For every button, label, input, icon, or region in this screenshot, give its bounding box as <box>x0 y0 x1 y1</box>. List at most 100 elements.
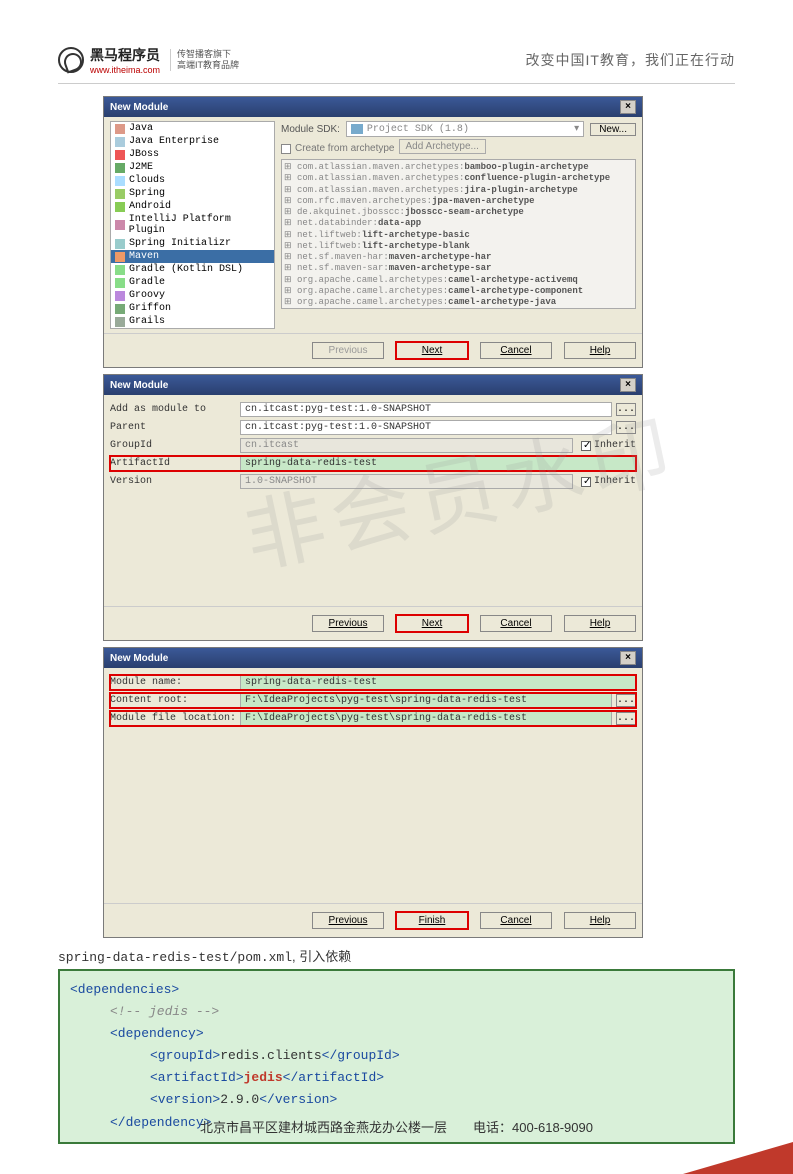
browse-button[interactable]: ... <box>616 421 636 434</box>
page-footer: 北京市昌平区建材城西路金燕龙办公楼一层 电话：400-618-9090 <box>0 1117 793 1136</box>
module-type-icon <box>115 150 125 160</box>
browse-button[interactable]: ... <box>616 403 636 416</box>
archetype-item[interactable]: ⊞ de.akquinet.jbosscc:jbosscc-seam-arche… <box>284 207 633 218</box>
archetype-item[interactable]: ⊞ net.databinder:data-app <box>284 218 633 229</box>
module-type-icon <box>115 137 125 147</box>
close-icon[interactable]: × <box>620 651 636 665</box>
module-type-grails[interactable]: Grails <box>111 315 274 328</box>
archetype-item[interactable]: ⊞ net.sf.maven-har:maven-archetype-har <box>284 252 633 263</box>
module-type-gradle[interactable]: Gradle <box>111 276 274 289</box>
next-button[interactable]: Next <box>396 342 468 359</box>
content-root-field[interactable]: F:\IdeaProjects\pyg-test\spring-data-red… <box>240 693 612 708</box>
new-module-dialog-2: New Module × Add as module tocn.itcast:p… <box>103 374 643 641</box>
help-button[interactable]: Help <box>564 342 636 359</box>
module-type-icon <box>115 278 125 288</box>
module-type-android[interactable]: Android <box>111 200 274 213</box>
add-archetype-button[interactable]: Add Archetype... <box>399 139 486 154</box>
help-button[interactable]: Help <box>564 615 636 632</box>
module-type-list[interactable]: JavaJava EnterpriseJBossJ2MECloudsSpring… <box>110 121 275 329</box>
close-icon[interactable]: × <box>620 378 636 392</box>
help-button[interactable]: Help <box>564 912 636 929</box>
module-file-location-field[interactable]: F:\IdeaProjects\pyg-test\spring-data-red… <box>240 711 612 726</box>
cancel-button[interactable]: Cancel <box>480 342 552 359</box>
cancel-button[interactable]: Cancel <box>480 615 552 632</box>
parent-field[interactable]: cn.itcast:pyg-test:1.0-SNAPSHOT <box>240 420 612 435</box>
archetype-item[interactable]: ⊞ org.apache.camel.archetypes:camel-arch… <box>284 286 633 297</box>
module-type-j2me[interactable]: J2ME <box>111 161 274 174</box>
browse-button[interactable]: ... <box>616 712 636 725</box>
header-slogan: 改变中国IT教育，我们正在行动 <box>526 50 735 70</box>
next-button[interactable]: Next <box>396 615 468 632</box>
document-header: 黑马程序员 www.itheima.com 传智播客旗下 高端IT教育品牌 改变… <box>58 45 735 84</box>
archetype-item[interactable]: ⊞ com.rfc.maven.archetypes:jpa-maven-arc… <box>284 196 633 207</box>
module-type-icon <box>115 291 125 301</box>
archetype-item[interactable]: ⊞ net.liftweb:lift-archetype-basic <box>284 230 633 241</box>
finish-button[interactable]: Finish <box>396 912 468 929</box>
folder-icon <box>351 124 363 134</box>
create-from-archetype-checkbox[interactable]: Create from archetype Add Archetype... <box>281 141 636 156</box>
module-type-spring[interactable]: Spring <box>111 187 274 200</box>
archetype-item[interactable]: ⊞ net.sf.maven-sar:maven-archetype-sar <box>284 263 633 274</box>
module-type-icon <box>115 163 125 173</box>
brand-tagline: 传智播客旗下 高端IT教育品牌 <box>170 49 239 71</box>
dialog2-titlebar: New Module × <box>104 375 642 395</box>
groupid-field: cn.itcast <box>240 438 573 453</box>
module-name-field[interactable]: spring-data-redis-test <box>240 675 636 690</box>
previous-button[interactable]: Previous <box>312 912 384 929</box>
archetype-item[interactable]: ⊞ org.apache.camel.archetypes:camel-arch… <box>284 275 633 286</box>
module-type-gradle-kotlin-dsl-[interactable]: Gradle (Kotlin DSL) <box>111 263 274 276</box>
artifactid-field[interactable]: spring-data-redis-test <box>240 456 636 471</box>
module-type-java[interactable]: Java <box>111 122 274 135</box>
module-type-icon <box>115 239 125 249</box>
dialog2-title: New Module <box>110 380 168 391</box>
archetype-item[interactable]: ⊞ com.atlassian.maven.archetypes:jira-pl… <box>284 185 633 196</box>
previous-button: Previous <box>312 342 384 359</box>
sdk-dropdown[interactable]: Project SDK (1.8)▾ <box>346 121 584 137</box>
version-field: 1.0-SNAPSHOT <box>240 474 573 489</box>
dialog3-titlebar: New Module × <box>104 648 642 668</box>
module-type-spring-initializr[interactable]: Spring Initializr <box>111 237 274 250</box>
module-type-icon <box>115 304 125 314</box>
module-type-icon <box>115 176 125 186</box>
module-type-groovy[interactable]: Groovy <box>111 289 274 302</box>
code-caption: spring-data-redis-test/pom.xml, 引入依赖 <box>58 946 735 965</box>
cancel-button[interactable]: Cancel <box>480 912 552 929</box>
archetype-item[interactable]: ⊞ org.apache.camel.archetypes:camel-arch… <box>284 297 633 308</box>
archetype-item[interactable]: ⊞ org.apache.camel.archetypes:camel-arch… <box>284 308 633 309</box>
archetype-item[interactable]: ⊞ com.atlassian.maven.archetypes:bamboo-… <box>284 162 633 173</box>
close-icon[interactable]: × <box>620 100 636 114</box>
previous-button[interactable]: Previous <box>312 615 384 632</box>
module-type-icon <box>115 124 125 134</box>
new-module-dialog-3: New Module × Module name:spring-data-red… <box>103 647 643 938</box>
inherit-version-checkbox[interactable]: ✓Inherit <box>581 476 636 487</box>
inherit-groupid-checkbox[interactable]: ✓Inherit <box>581 440 636 451</box>
module-type-jboss[interactable]: JBoss <box>111 148 274 161</box>
module-type-maven[interactable]: Maven <box>111 250 274 263</box>
dialog3-title: New Module <box>110 653 168 664</box>
sdk-label: Module SDK: <box>281 124 340 135</box>
dialog1-title: New Module <box>110 102 168 113</box>
browse-button[interactable]: ... <box>616 694 636 707</box>
brand-url: www.itheima.com <box>90 65 160 75</box>
horse-logo-icon <box>58 47 84 73</box>
corner-decoration <box>683 1142 793 1174</box>
module-type-intellij-platform-plugin[interactable]: IntelliJ Platform Plugin <box>111 213 274 237</box>
new-module-dialog-1: New Module × JavaJava EnterpriseJBossJ2M… <box>103 96 643 368</box>
module-type-icon <box>115 265 125 275</box>
module-type-griffon[interactable]: Griffon <box>111 302 274 315</box>
add-as-module-field[interactable]: cn.itcast:pyg-test:1.0-SNAPSHOT <box>240 402 612 417</box>
logo-block: 黑马程序员 www.itheima.com 传智播客旗下 高端IT教育品牌 <box>58 45 239 75</box>
module-type-icon <box>115 189 125 199</box>
dialog1-titlebar: New Module × <box>104 97 642 117</box>
brand-name: 黑马程序员 <box>90 45 160 65</box>
archetype-list[interactable]: ⊞ com.atlassian.maven.archetypes:bamboo-… <box>281 159 636 309</box>
module-type-icon <box>115 252 125 262</box>
module-type-icon <box>115 220 125 230</box>
module-type-icon <box>115 317 125 327</box>
module-type-java-enterprise[interactable]: Java Enterprise <box>111 135 274 148</box>
new-sdk-button[interactable]: New... <box>590 123 636 136</box>
archetype-item[interactable]: ⊞ net.liftweb:lift-archetype-blank <box>284 241 633 252</box>
archetype-item[interactable]: ⊞ com.atlassian.maven.archetypes:conflue… <box>284 173 633 184</box>
module-type-icon <box>115 202 125 212</box>
module-type-clouds[interactable]: Clouds <box>111 174 274 187</box>
